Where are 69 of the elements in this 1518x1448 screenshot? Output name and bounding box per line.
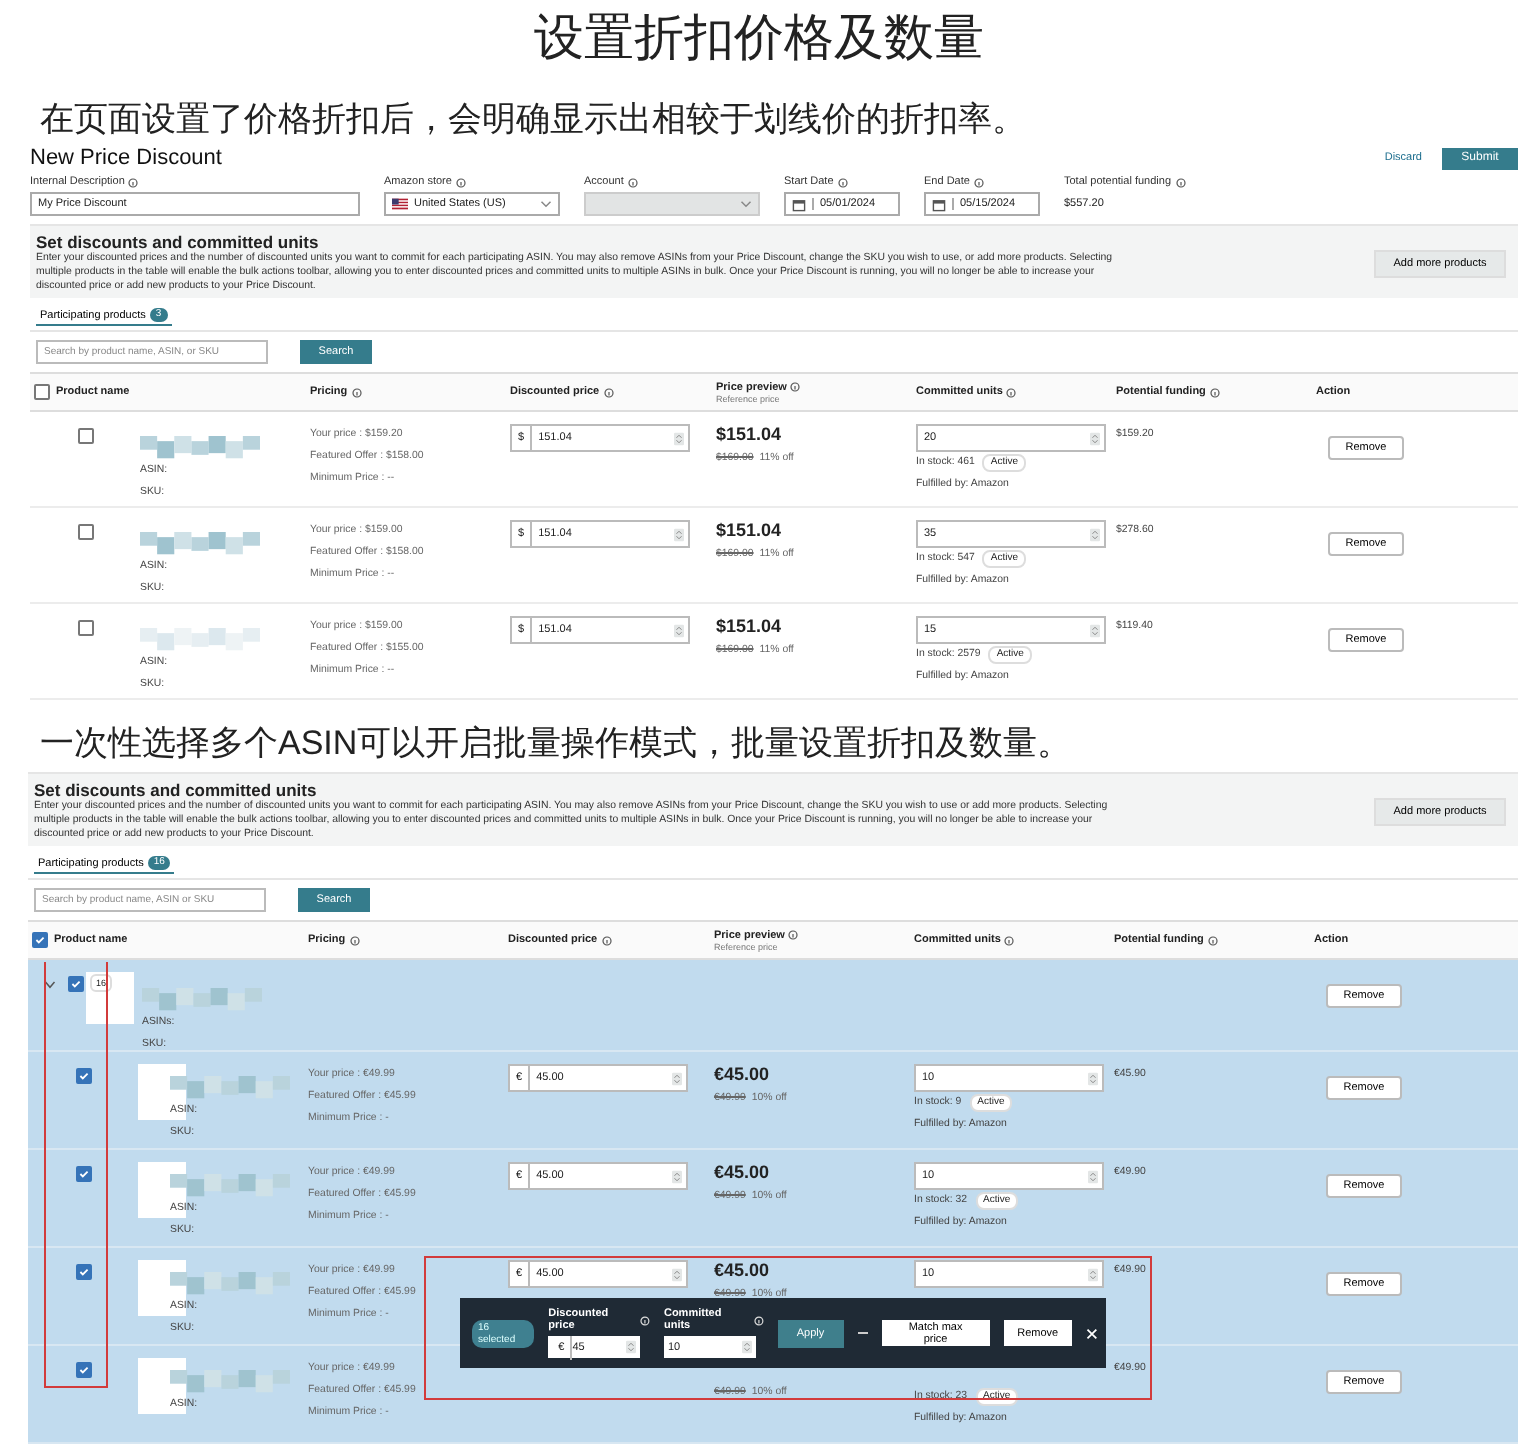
- blurred-name-drawing: [140, 436, 260, 460]
- blurred-name-drawing: [142, 988, 262, 1012]
- stepper-icon: [674, 527, 684, 541]
- blurred-name-drawing: [140, 628, 260, 652]
- info-icon: [973, 177, 984, 187]
- info-icon: [601, 935, 612, 945]
- info-icon: [1175, 177, 1186, 187]
- info-icon: [790, 382, 801, 392]
- blurred-name-drawing: [170, 1076, 290, 1100]
- page-title: 设置折扣价格及数量: [532, 8, 986, 70]
- stepper-icon: [1090, 431, 1100, 445]
- info-icon: [128, 177, 139, 187]
- close-icon: [1086, 1327, 1099, 1339]
- stepper-icon: [1090, 527, 1100, 541]
- checkbox[interactable]: [75, 1264, 91, 1280]
- stepper-icon: [1088, 1267, 1098, 1281]
- chevron-icon: [740, 200, 752, 208]
- checkbox[interactable]: [75, 1166, 91, 1182]
- info-icon: [351, 387, 362, 397]
- blurred-name-drawing: [170, 1174, 290, 1198]
- stepper-icon: [1088, 1169, 1098, 1183]
- checkbox[interactable]: [75, 1362, 91, 1378]
- section-heading: Set discounts and committed units: [34, 780, 319, 800]
- info-icon: [1207, 935, 1218, 945]
- checkbox[interactable]: [77, 428, 93, 444]
- info-icon: [640, 1315, 650, 1325]
- stepper-icon: [1090, 623, 1100, 637]
- caption-text: 一次性选择多个ASIN可以开启批量操作模式，批量设置折扣及数量。: [40, 722, 1072, 766]
- flag-icon: [392, 198, 408, 210]
- checkbox[interactable]: [32, 932, 48, 948]
- checkbox[interactable]: [77, 524, 93, 540]
- info-icon: [627, 177, 638, 187]
- calendar-icon: [932, 197, 946, 211]
- checkbox[interactable]: [75, 1068, 91, 1084]
- stepper-icon: [1088, 1071, 1098, 1085]
- calendar-icon: [792, 197, 806, 211]
- checkbox[interactable]: [77, 620, 93, 636]
- info-icon: [788, 930, 799, 940]
- section-heading: Set discounts and committed units: [36, 232, 321, 252]
- info-icon: [1006, 387, 1017, 397]
- chevron-icon: [540, 200, 552, 208]
- info-icon: [837, 177, 848, 187]
- stepper-icon: [672, 1071, 682, 1085]
- checkbox[interactable]: [34, 384, 50, 400]
- stepper-icon: [674, 623, 684, 637]
- info-icon: [603, 387, 614, 397]
- blurred-name-drawing: [170, 1272, 290, 1296]
- stepper-icon: [672, 1169, 682, 1183]
- info-icon: [349, 935, 360, 945]
- blurred-name-drawing: [170, 1370, 290, 1394]
- info-icon: [1004, 935, 1015, 945]
- info-icon: [455, 177, 466, 187]
- preview-price: $151.04: [716, 616, 784, 640]
- stepper-icon: [672, 1267, 682, 1281]
- preview-price: €45.00: [714, 1162, 772, 1186]
- info-icon: [1209, 387, 1220, 397]
- form-title: New Price Discount: [30, 146, 222, 170]
- preview-price: €45.00: [714, 1064, 772, 1088]
- checkbox[interactable]: [68, 976, 84, 992]
- preview-price: €45.00: [714, 1260, 772, 1284]
- stepper-icon: [674, 431, 684, 445]
- stepper-icon: [741, 1340, 752, 1354]
- info-icon: [753, 1315, 764, 1325]
- dash-icon: [858, 1332, 868, 1334]
- preview-price: $151.04: [716, 520, 784, 544]
- caption-text: 在页面设置了价格折扣后，会明确显示出相较于划线价的折扣率。: [40, 98, 1026, 142]
- blurred-name-drawing: [140, 532, 260, 556]
- preview-price: $151.04: [716, 424, 784, 448]
- stepper-icon: [626, 1340, 637, 1354]
